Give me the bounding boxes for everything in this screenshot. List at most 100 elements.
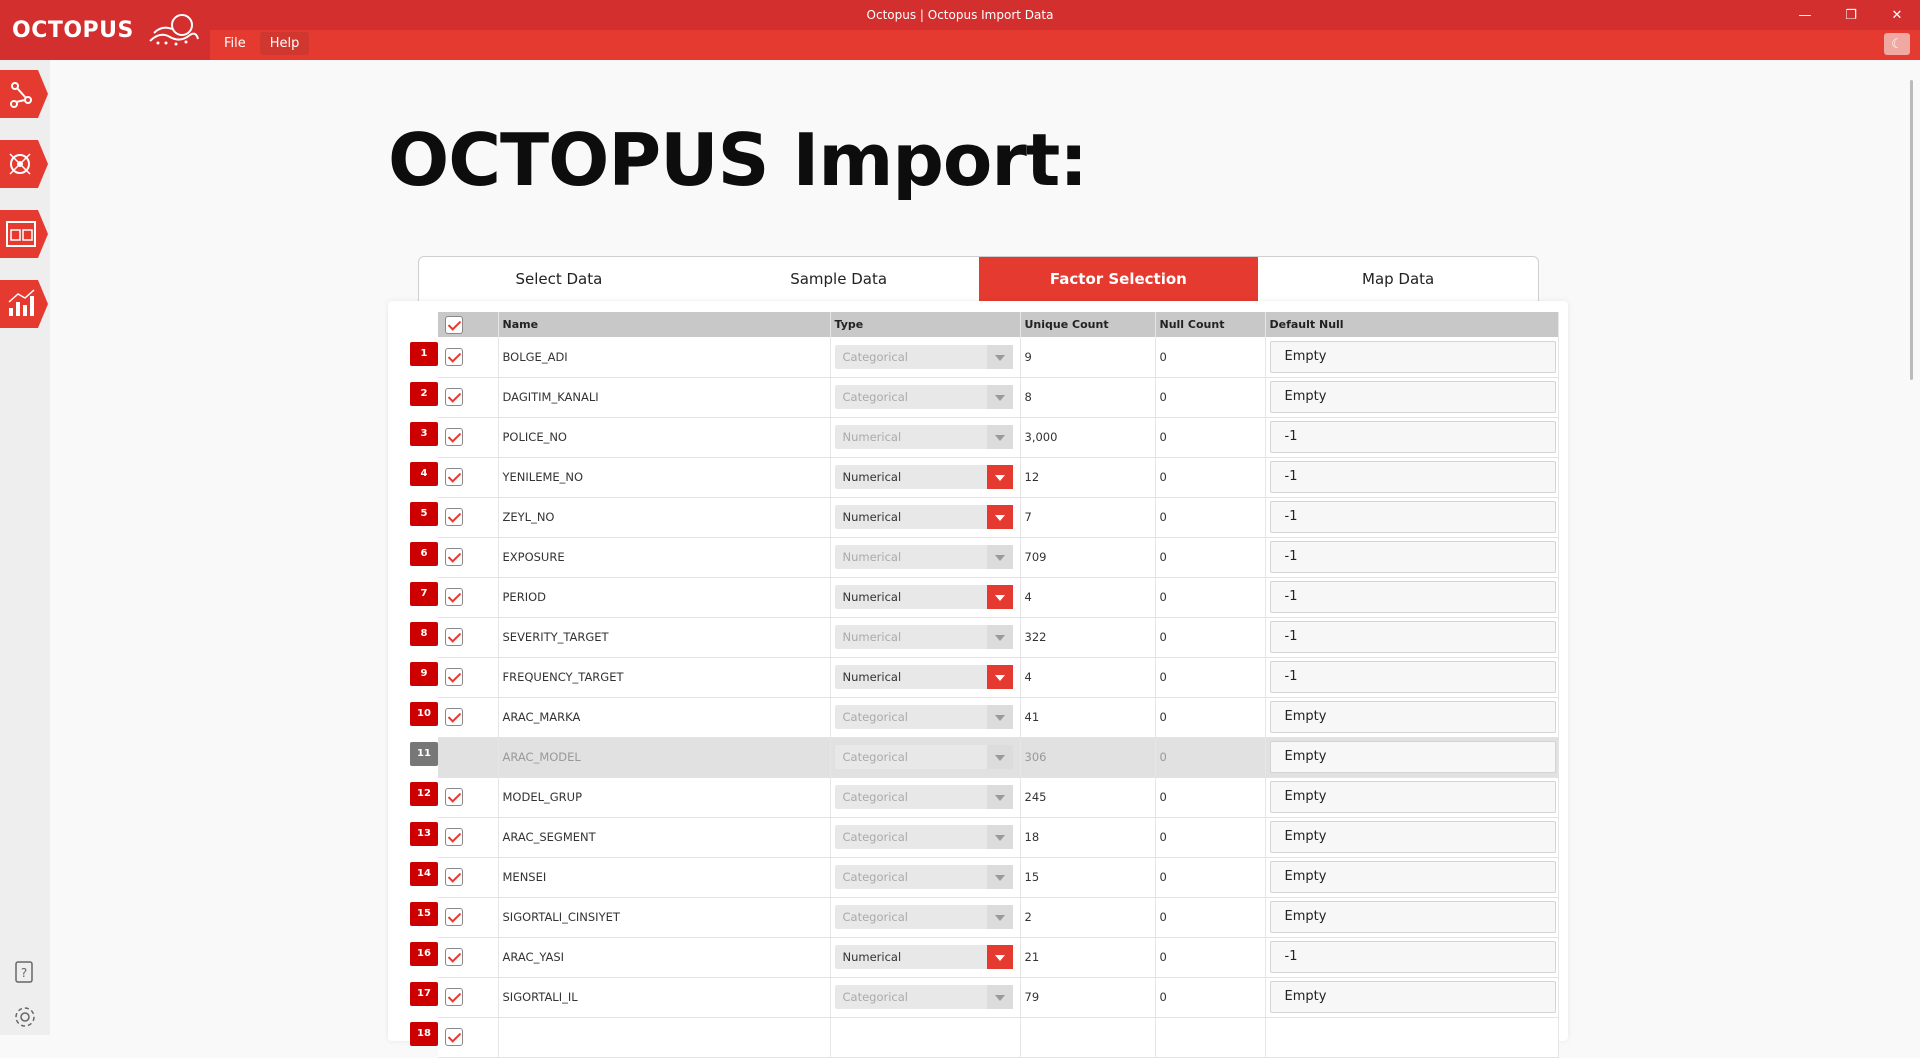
type-dropdown[interactable]: Categorical	[834, 385, 1013, 409]
type-dropdown[interactable]: Categorical	[834, 705, 1013, 729]
row-checkbox[interactable]	[445, 548, 463, 566]
default-null-input[interactable]: Empty	[1269, 381, 1556, 413]
chevron-down-icon	[986, 785, 1013, 809]
type-dropdown[interactable]: Numerical	[834, 945, 1013, 969]
close-button[interactable]: ✕	[1874, 0, 1920, 30]
type-dropdown[interactable]: Numerical	[834, 545, 1013, 569]
default-null-input[interactable]: -1	[1269, 421, 1556, 453]
row-unique-count: 21	[1020, 937, 1156, 978]
default-null-input[interactable]: -1	[1269, 501, 1556, 533]
default-null-input[interactable]: Empty	[1269, 861, 1556, 893]
type-value: Numerical	[842, 510, 902, 524]
table-row[interactable]: ARAC_MODEL Categorical 306 0 Empty	[438, 737, 1559, 778]
page-title: OCTOPUS Import:	[388, 118, 1088, 202]
molecule-icon[interactable]	[0, 140, 48, 188]
row-type-cell: Categorical	[830, 337, 1021, 378]
table-row[interactable]: MODEL_GRUP Categorical 245 0 Empty	[438, 777, 1559, 818]
table-row[interactable]: ARAC_MARKA Categorical 41 0 Empty	[438, 697, 1559, 738]
default-null-input[interactable]: Empty	[1269, 821, 1556, 853]
row-number-badge: 9	[410, 662, 438, 686]
table-row[interactable]: PERIOD Numerical 4 0 -1	[438, 577, 1559, 618]
tab-map-data[interactable]: Map Data	[1258, 257, 1538, 301]
table-row[interactable]: ZEYL_NO Numerical 7 0 -1	[438, 497, 1559, 538]
default-null-input[interactable]: Empty	[1269, 901, 1556, 933]
menu-file[interactable]: File	[214, 32, 256, 55]
row-checkbox[interactable]	[445, 828, 463, 846]
factor-table: Name Type Unique Count Null Count Defaul…	[438, 312, 1559, 1058]
row-checkbox[interactable]	[445, 388, 463, 406]
row-checkbox-cell	[438, 617, 499, 658]
row-checkbox[interactable]	[445, 1028, 463, 1046]
type-dropdown[interactable]: Categorical	[834, 344, 1013, 369]
default-null-input[interactable]: -1	[1269, 621, 1556, 653]
type-dropdown[interactable]: Numerical	[834, 505, 1013, 529]
table-row[interactable]: YENILEME_NO Numerical 12 0 -1	[438, 457, 1559, 498]
row-checkbox[interactable]	[445, 628, 463, 646]
theme-toggle-button[interactable]: ☾	[1884, 33, 1910, 55]
row-null-count: 0	[1155, 777, 1266, 818]
moon-icon: ☾	[1891, 36, 1903, 52]
table-row[interactable]: MENSEI Categorical 15 0 Empty	[438, 857, 1559, 898]
row-type-cell: Categorical	[830, 977, 1021, 1018]
row-checkbox[interactable]	[445, 788, 463, 806]
type-dropdown[interactable]: Categorical	[834, 825, 1013, 849]
type-dropdown[interactable]: Numerical	[834, 665, 1013, 689]
network-icon[interactable]	[0, 70, 48, 118]
table-row[interactable]: SIGORTALI_IL Categorical 79 0 Empty	[438, 977, 1559, 1018]
table-row[interactable]	[438, 1017, 1559, 1058]
default-null-input[interactable]: -1	[1269, 461, 1556, 493]
row-checkbox[interactable]	[445, 588, 463, 606]
default-null-input[interactable]: Empty	[1269, 340, 1556, 373]
default-null-input[interactable]: -1	[1269, 661, 1556, 693]
scrollbar[interactable]	[1910, 80, 1913, 380]
menu-help[interactable]: Help	[259, 32, 310, 55]
default-null-input[interactable]: Empty	[1269, 781, 1556, 813]
dashboard-icon[interactable]	[0, 210, 48, 258]
select-all-checkbox[interactable]	[445, 315, 463, 334]
table-row[interactable]: EXPOSURE Numerical 709 0 -1	[438, 537, 1559, 578]
svg-text:?: ?	[21, 966, 27, 980]
type-dropdown[interactable]: Numerical	[834, 585, 1013, 609]
row-checkbox[interactable]	[445, 868, 463, 886]
tab-sample-data[interactable]: Sample Data	[699, 257, 979, 301]
default-null-input[interactable]: Empty	[1269, 981, 1556, 1013]
tab-factor-selection[interactable]: Factor Selection	[978, 257, 1259, 301]
table-row[interactable]: BOLGE_ADI Categorical 9 0 Empty	[438, 337, 1559, 378]
row-checkbox[interactable]	[445, 948, 463, 966]
table-row[interactable]: SEVERITY_TARGET Numerical 322 0 -1	[438, 617, 1559, 658]
table-row[interactable]: ARAC_YASI Numerical 21 0 -1	[438, 937, 1559, 978]
type-dropdown[interactable]: Categorical	[834, 745, 1013, 769]
type-dropdown[interactable]: Categorical	[834, 785, 1013, 809]
row-checkbox[interactable]	[445, 708, 463, 726]
tab-select-data[interactable]: Select Data	[419, 257, 699, 301]
default-null-input[interactable]: Empty	[1269, 701, 1556, 733]
type-dropdown[interactable]: Categorical	[834, 985, 1013, 1009]
settings-icon[interactable]	[13, 1005, 37, 1034]
table-row[interactable]: SIGORTALI_CINSIYET Categorical 2 0 Empty	[438, 897, 1559, 938]
table-row[interactable]: POLICE_NO Numerical 3,000 0 -1	[438, 417, 1559, 458]
row-checkbox[interactable]	[445, 428, 463, 446]
row-checkbox[interactable]	[445, 468, 463, 486]
table-row[interactable]: DAGITIM_KANALI Categorical 8 0 Empty	[438, 377, 1559, 418]
row-checkbox[interactable]	[445, 908, 463, 926]
row-checkbox[interactable]	[445, 508, 463, 526]
type-dropdown[interactable]: Numerical	[834, 625, 1013, 649]
type-dropdown[interactable]: Numerical	[834, 465, 1013, 489]
analytics-chart-icon[interactable]	[0, 280, 48, 328]
restore-button[interactable]: ❐	[1828, 0, 1874, 30]
default-null-input[interactable]: Empty	[1269, 741, 1556, 773]
row-checkbox[interactable]	[445, 668, 463, 686]
minimize-button[interactable]: —	[1782, 0, 1828, 30]
default-null-input[interactable]: -1	[1269, 581, 1556, 613]
default-null-input[interactable]: -1	[1269, 941, 1556, 973]
table-row[interactable]: FREQUENCY_TARGET Numerical 4 0 -1	[438, 657, 1559, 698]
default-null-input[interactable]: -1	[1269, 541, 1556, 573]
type-dropdown[interactable]: Numerical	[834, 425, 1013, 449]
row-checkbox[interactable]	[445, 347, 463, 366]
table-row[interactable]: ARAC_SEGMENT Categorical 18 0 Empty	[438, 817, 1559, 858]
type-dropdown[interactable]: Categorical	[834, 905, 1013, 929]
row-unique-count: 18	[1020, 817, 1156, 858]
help-icon[interactable]: ?	[13, 960, 35, 989]
type-dropdown[interactable]: Categorical	[834, 865, 1013, 889]
row-checkbox[interactable]	[445, 988, 463, 1006]
